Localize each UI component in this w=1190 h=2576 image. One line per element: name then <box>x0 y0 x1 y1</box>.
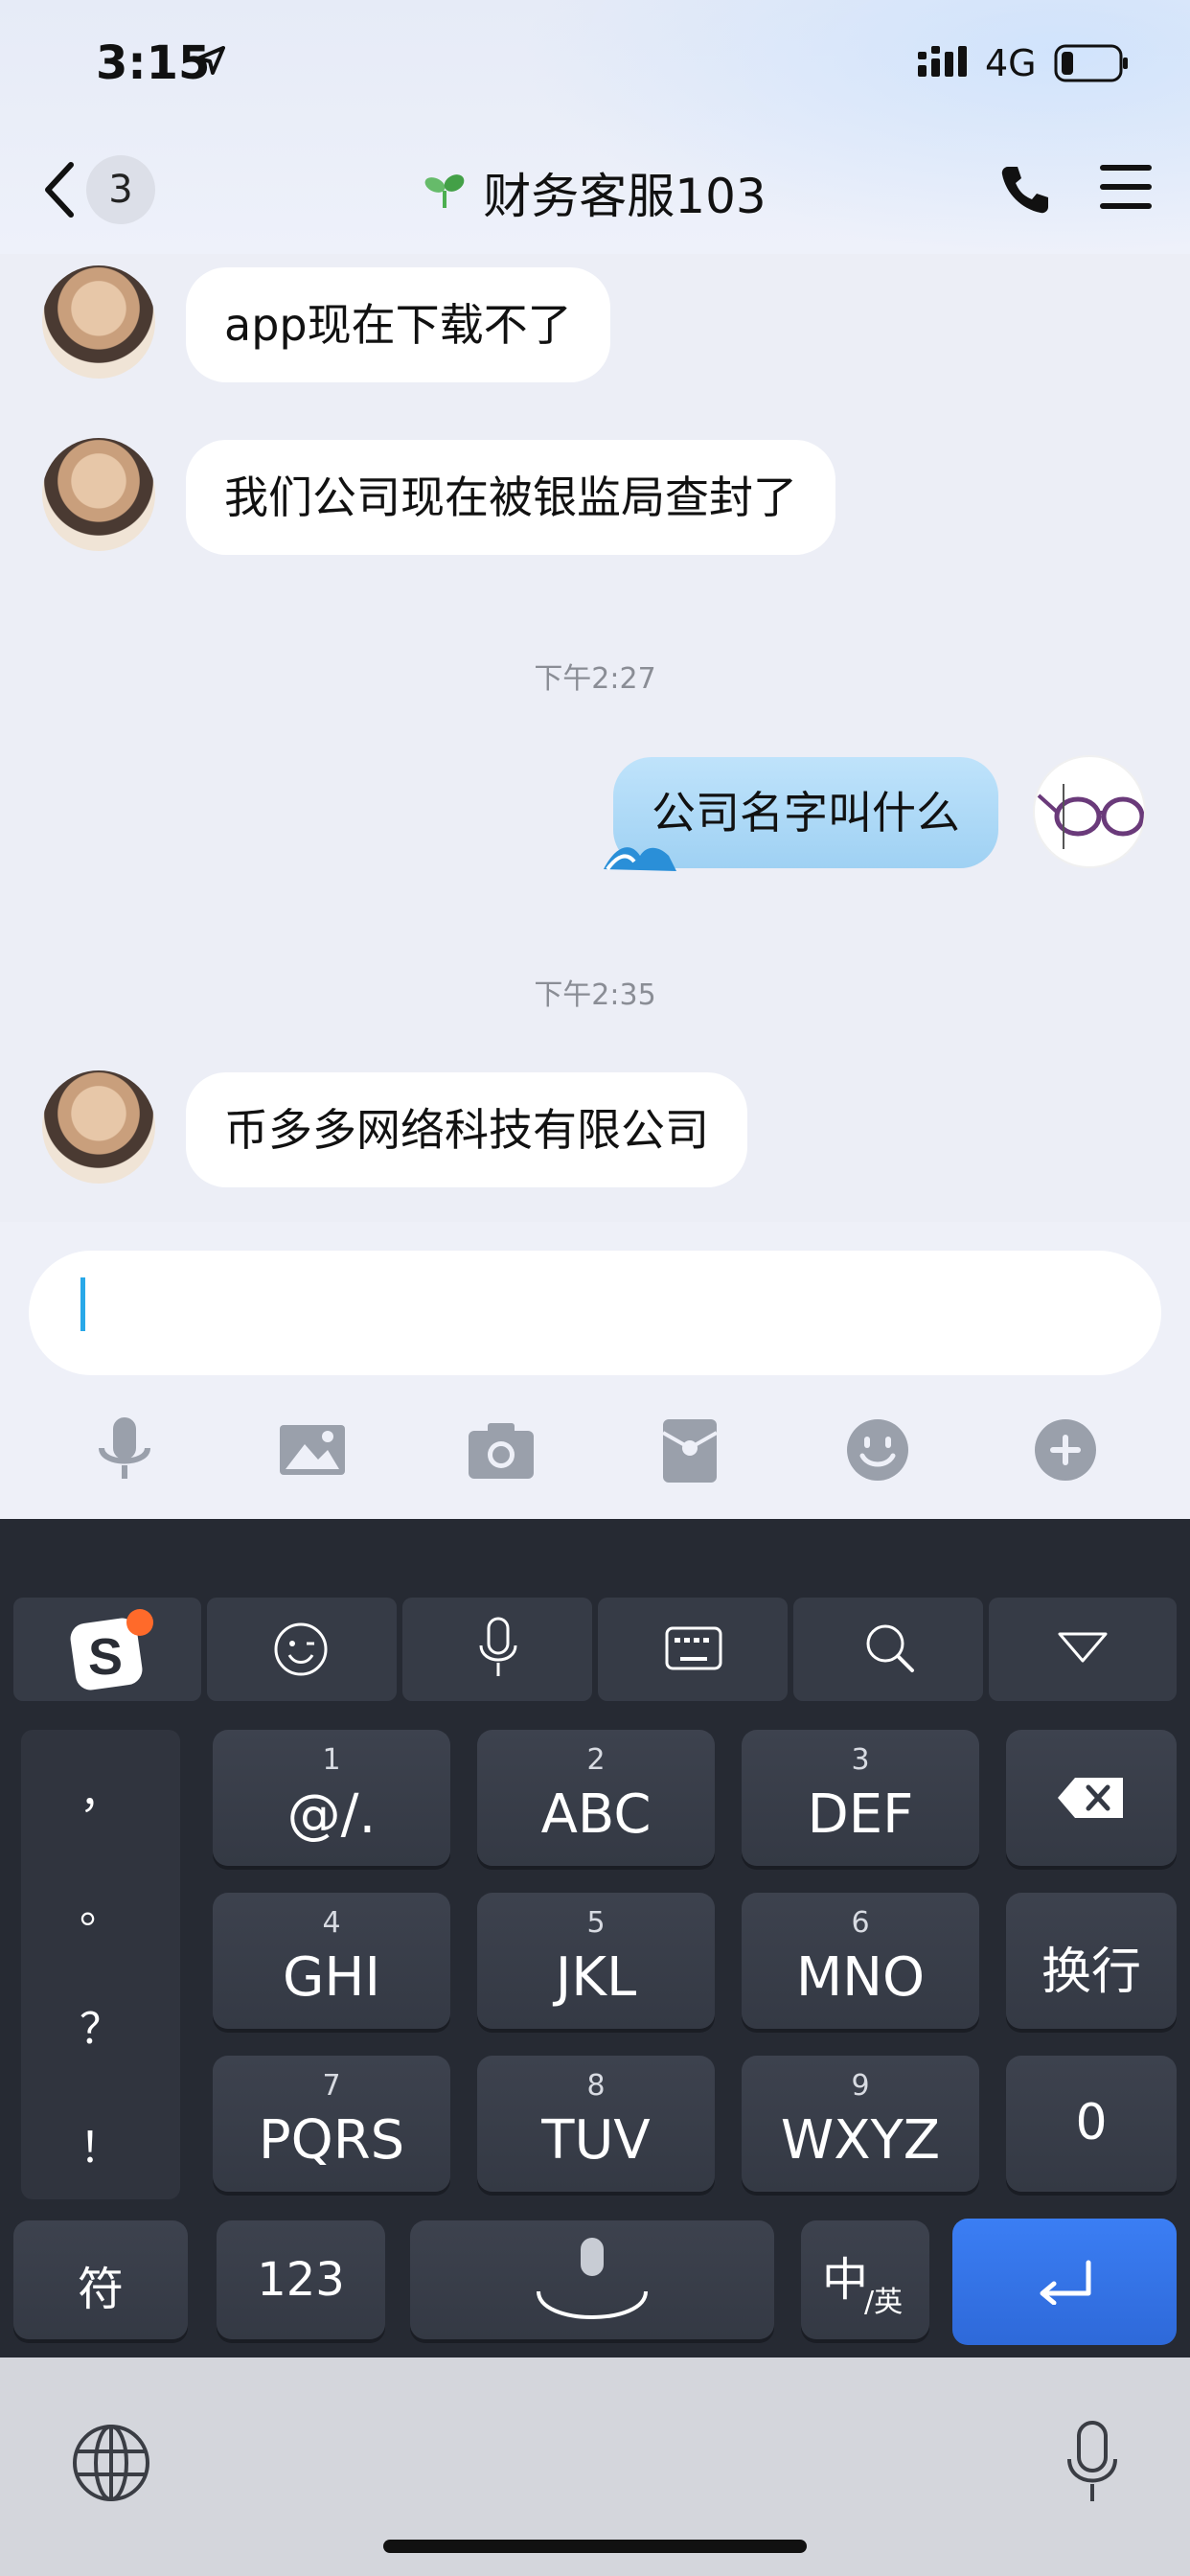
key-5[interactable]: 5 JKL <box>477 1893 715 2029</box>
network-type: 4G <box>985 42 1037 84</box>
wave-decoration-icon <box>602 827 678 879</box>
comma-key[interactable]: ， <box>21 1759 180 1820</box>
phone-icon[interactable] <box>998 163 1052 220</box>
dictation-icon[interactable] <box>1064 2419 1121 2509</box>
input-area <box>0 1222 1190 1519</box>
contact-name: 财务客服103 <box>483 169 767 224</box>
timestamp: 下午2:35 <box>534 978 656 1012</box>
emoji-face-icon[interactable] <box>207 1598 397 1701</box>
key-6[interactable]: 6 MNO <box>742 1893 979 2029</box>
status-time: 3:15 <box>96 36 211 90</box>
period-key[interactable]: 。 <box>21 1874 180 1935</box>
message-bubble[interactable]: app现在下载不了 <box>186 267 610 382</box>
my-avatar[interactable] <box>1033 755 1146 868</box>
sprout-icon <box>423 170 466 216</box>
plus-icon[interactable] <box>1027 1412 1104 1488</box>
contact-avatar[interactable] <box>42 1070 155 1184</box>
newline-key[interactable]: 换行 <box>1006 1893 1177 2029</box>
zero-key[interactable]: 0 <box>1006 2056 1177 2192</box>
voice-input-icon[interactable] <box>402 1598 592 1701</box>
exclamation-key[interactable]: ！ <box>21 2113 180 2174</box>
message-bubble[interactable]: 币多多网络科技有限公司 <box>186 1072 747 1187</box>
key-2[interactable]: 2 ABC <box>477 1730 715 1866</box>
text-caret <box>80 1277 85 1331</box>
menu-icon[interactable] <box>1100 163 1152 215</box>
globe-icon[interactable] <box>71 2423 151 2507</box>
location-arrow-icon <box>196 46 225 79</box>
chat-header: 3:15 4G 3 财务客服103 <box>0 0 1190 254</box>
image-icon[interactable] <box>274 1412 351 1488</box>
timestamp: 下午2:27 <box>534 662 656 696</box>
contact-avatar[interactable] <box>42 265 155 379</box>
space-key[interactable] <box>410 2220 774 2339</box>
key-9[interactable]: 9 WXYZ <box>742 2056 979 2192</box>
microphone-icon[interactable] <box>86 1412 163 1488</box>
question-key[interactable]: ？ <box>21 1994 180 2056</box>
message-bubble[interactable]: 我们公司现在被银监局查封了 <box>186 440 835 555</box>
key-3[interactable]: 3 DEF <box>742 1730 979 1866</box>
enter-key[interactable] <box>952 2219 1177 2345</box>
red-packet-icon[interactable] <box>652 1412 728 1488</box>
key-7[interactable]: 7 PQRS <box>213 2056 450 2192</box>
contact-avatar[interactable] <box>42 438 155 551</box>
emoji-icon[interactable] <box>839 1412 916 1488</box>
number-mode-key[interactable]: 123 <box>217 2220 385 2339</box>
backspace-key[interactable] <box>1006 1730 1177 1866</box>
keyboard: S ， 。 ？ ！ 1 @/. 2 ABC 3 DEF 4 GHI 5 JKL … <box>0 1519 1190 2358</box>
language-switch-key[interactable]: 中 /英 <box>801 2220 929 2339</box>
collapse-keyboard-icon[interactable] <box>989 1598 1177 1701</box>
battery-icon <box>1054 44 1131 86</box>
signal-icon <box>918 46 975 80</box>
camera-icon[interactable] <box>463 1412 539 1488</box>
message-list[interactable]: app现在下载不了 我们公司现在被银监局查封了 下午2:27 公司名字叫什么 下… <box>0 254 1190 1222</box>
symbol-key[interactable]: 符 <box>13 2220 188 2339</box>
punctuation-column[interactable]: ， 。 ？ ！ <box>21 1730 180 2199</box>
key-8[interactable]: 8 TUV <box>477 2056 715 2192</box>
key-1[interactable]: 1 @/. <box>213 1730 450 1866</box>
key-4[interactable]: 4 GHI <box>213 1893 450 2029</box>
search-icon[interactable] <box>793 1598 983 1701</box>
keyboard-icon[interactable] <box>598 1598 788 1701</box>
message-input[interactable] <box>29 1251 1161 1375</box>
home-indicator[interactable] <box>383 2540 807 2553</box>
sogou-logo-button[interactable]: S <box>13 1598 201 1701</box>
svg-text:S: S <box>88 1628 123 1686</box>
